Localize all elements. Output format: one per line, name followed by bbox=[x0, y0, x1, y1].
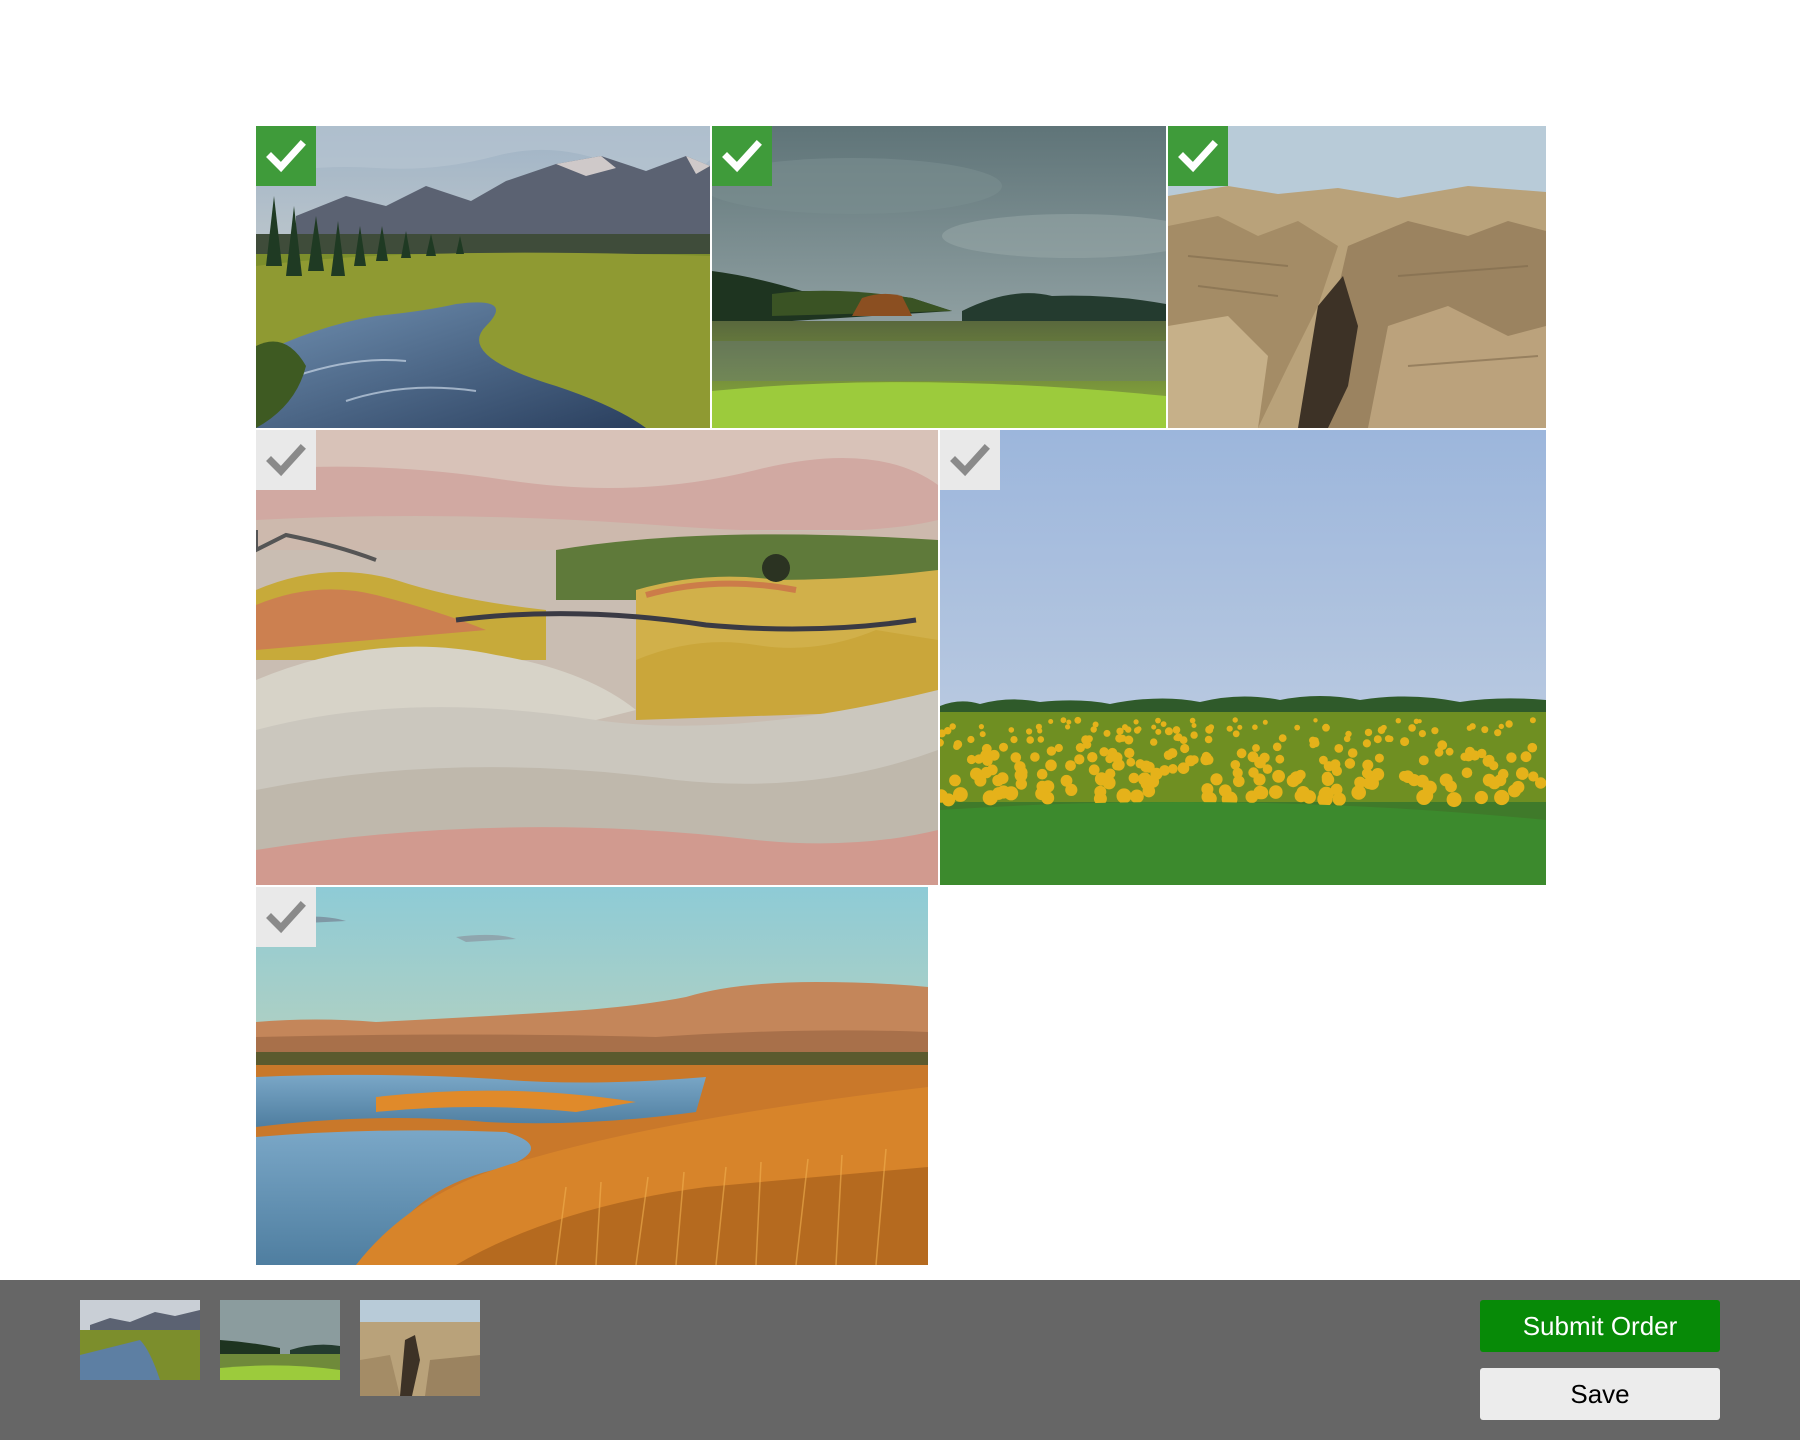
selected-checkmark[interactable] bbox=[712, 126, 772, 186]
photo-painted-hills bbox=[256, 430, 938, 885]
thumbnail-image bbox=[80, 1300, 200, 1380]
photo-tile-painted-hills[interactable] bbox=[256, 430, 938, 885]
thumbnail-mountain-stream[interactable] bbox=[80, 1300, 200, 1380]
save-button[interactable]: Save bbox=[1480, 1368, 1720, 1420]
order-tray: Submit Order Save bbox=[0, 1280, 1800, 1440]
checkmark-icon bbox=[266, 140, 306, 173]
photo-tile-mountain-stream[interactable] bbox=[256, 126, 710, 428]
thumbnail-cloudy-lake[interactable] bbox=[220, 1300, 340, 1380]
checkmark-icon bbox=[266, 444, 306, 477]
checkmark-icon bbox=[1178, 140, 1218, 173]
photo-tile-golden-marsh[interactable] bbox=[256, 887, 928, 1265]
photo-mountain-stream bbox=[256, 126, 710, 428]
unselected-checkmark[interactable] bbox=[256, 887, 316, 947]
thumbnail-image bbox=[220, 1300, 340, 1380]
photo-order-page: Submit Order Save bbox=[0, 0, 1800, 1440]
unselected-checkmark[interactable] bbox=[940, 430, 1000, 490]
photo-tile-cloudy-lake[interactable] bbox=[712, 126, 1166, 428]
selected-checkmark[interactable] bbox=[256, 126, 316, 186]
photo-cloudy-lake bbox=[712, 126, 1166, 428]
checkmark-icon bbox=[722, 140, 762, 173]
selected-checkmark[interactable] bbox=[1168, 126, 1228, 186]
checkmark-icon bbox=[950, 444, 990, 477]
unselected-checkmark[interactable] bbox=[256, 430, 316, 490]
submit-order-button[interactable]: Submit Order bbox=[1480, 1300, 1720, 1352]
checkmark-icon bbox=[266, 901, 306, 934]
photo-tile-sunflower-field[interactable] bbox=[940, 430, 1546, 885]
thumbnail-canyon[interactable] bbox=[360, 1300, 480, 1396]
photo-sunflower-field bbox=[940, 430, 1546, 885]
photo-golden-marsh bbox=[256, 887, 928, 1265]
thumbnail-image bbox=[360, 1300, 480, 1396]
photo-tile-canyon[interactable] bbox=[1168, 126, 1546, 428]
